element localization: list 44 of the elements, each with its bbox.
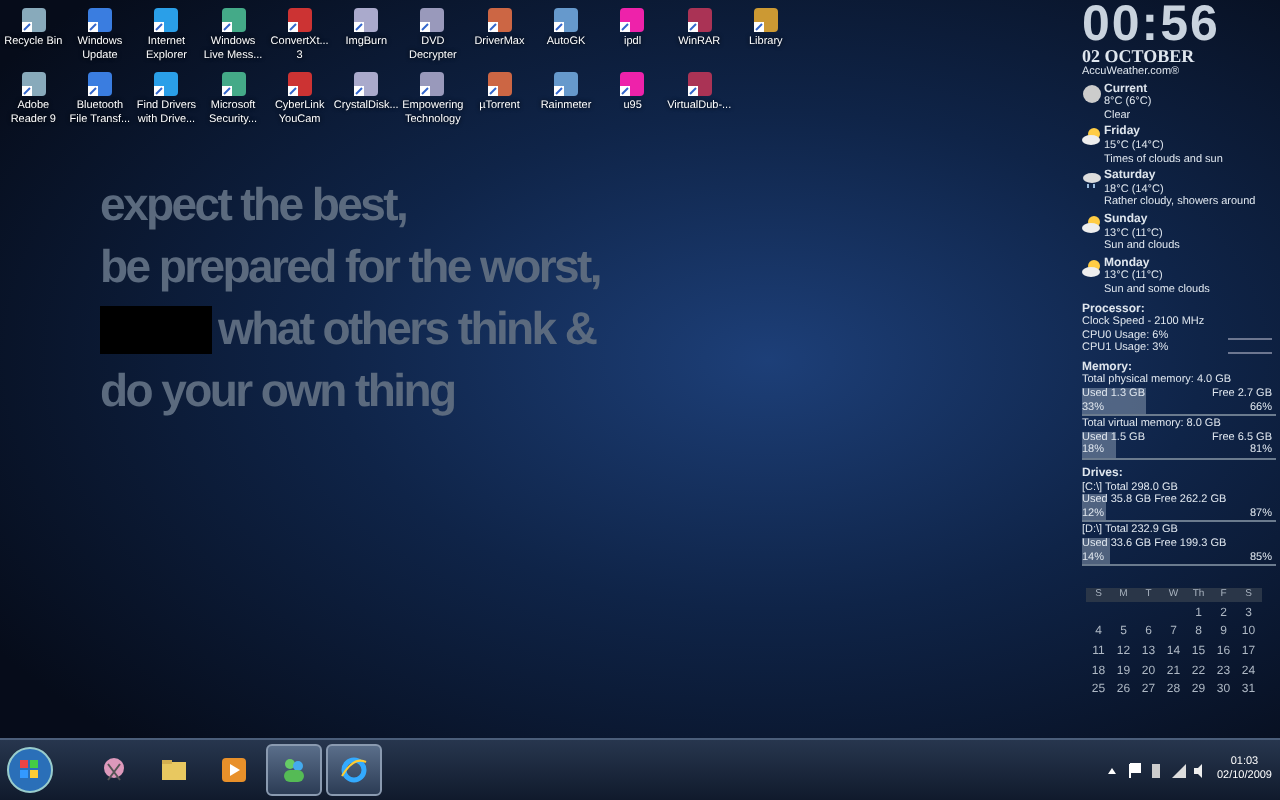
taskbar-button[interactable] bbox=[266, 744, 322, 796]
people-icon bbox=[280, 756, 308, 784]
app-icon bbox=[19, 6, 48, 34]
app-icon bbox=[352, 70, 381, 98]
browser-icon bbox=[340, 756, 368, 784]
app-icon bbox=[219, 6, 248, 34]
app-icon bbox=[418, 70, 447, 98]
app-icon bbox=[152, 6, 181, 34]
quote-line: be prepared for the worst, bbox=[100, 238, 600, 296]
quote-line: what others think & bbox=[218, 300, 596, 358]
app-icon bbox=[152, 70, 181, 98]
rain-cloud-icon bbox=[1082, 170, 1102, 191]
app-icon bbox=[85, 70, 114, 98]
start-button[interactable] bbox=[6, 746, 54, 794]
app-icon bbox=[552, 6, 581, 34]
clock-time: 00:56 bbox=[1082, 0, 1222, 48]
app-icon bbox=[352, 6, 381, 34]
play-icon bbox=[220, 756, 248, 784]
app-icon bbox=[685, 6, 714, 34]
sun-cloud-icon bbox=[1082, 126, 1102, 147]
clock-date: 02 OCTOBER bbox=[1082, 48, 1197, 66]
app-icon bbox=[552, 70, 581, 98]
app-icon bbox=[485, 6, 514, 34]
folder-icon bbox=[160, 756, 188, 784]
taskbar-button[interactable] bbox=[326, 744, 382, 796]
app-icon bbox=[285, 6, 314, 34]
tray-icons[interactable] bbox=[1106, 762, 1207, 778]
app-icon bbox=[618, 6, 647, 34]
quote-line: do your own thing bbox=[100, 362, 455, 420]
sun-cloud-icon bbox=[1082, 257, 1102, 278]
quote-line: expect the best, bbox=[100, 176, 407, 234]
app-icon bbox=[485, 70, 514, 98]
sun-cloud-icon bbox=[1082, 213, 1102, 234]
app-icon bbox=[85, 6, 114, 34]
app-icon bbox=[618, 70, 647, 98]
app-icon bbox=[418, 6, 447, 34]
app-icon bbox=[751, 6, 780, 34]
redaction-bar bbox=[100, 305, 212, 353]
app-icon bbox=[685, 70, 714, 98]
moon-icon bbox=[1082, 83, 1102, 104]
app-icon bbox=[285, 70, 314, 98]
app-icon bbox=[219, 70, 248, 98]
scissors-icon bbox=[100, 756, 128, 784]
app-icon bbox=[19, 70, 48, 98]
